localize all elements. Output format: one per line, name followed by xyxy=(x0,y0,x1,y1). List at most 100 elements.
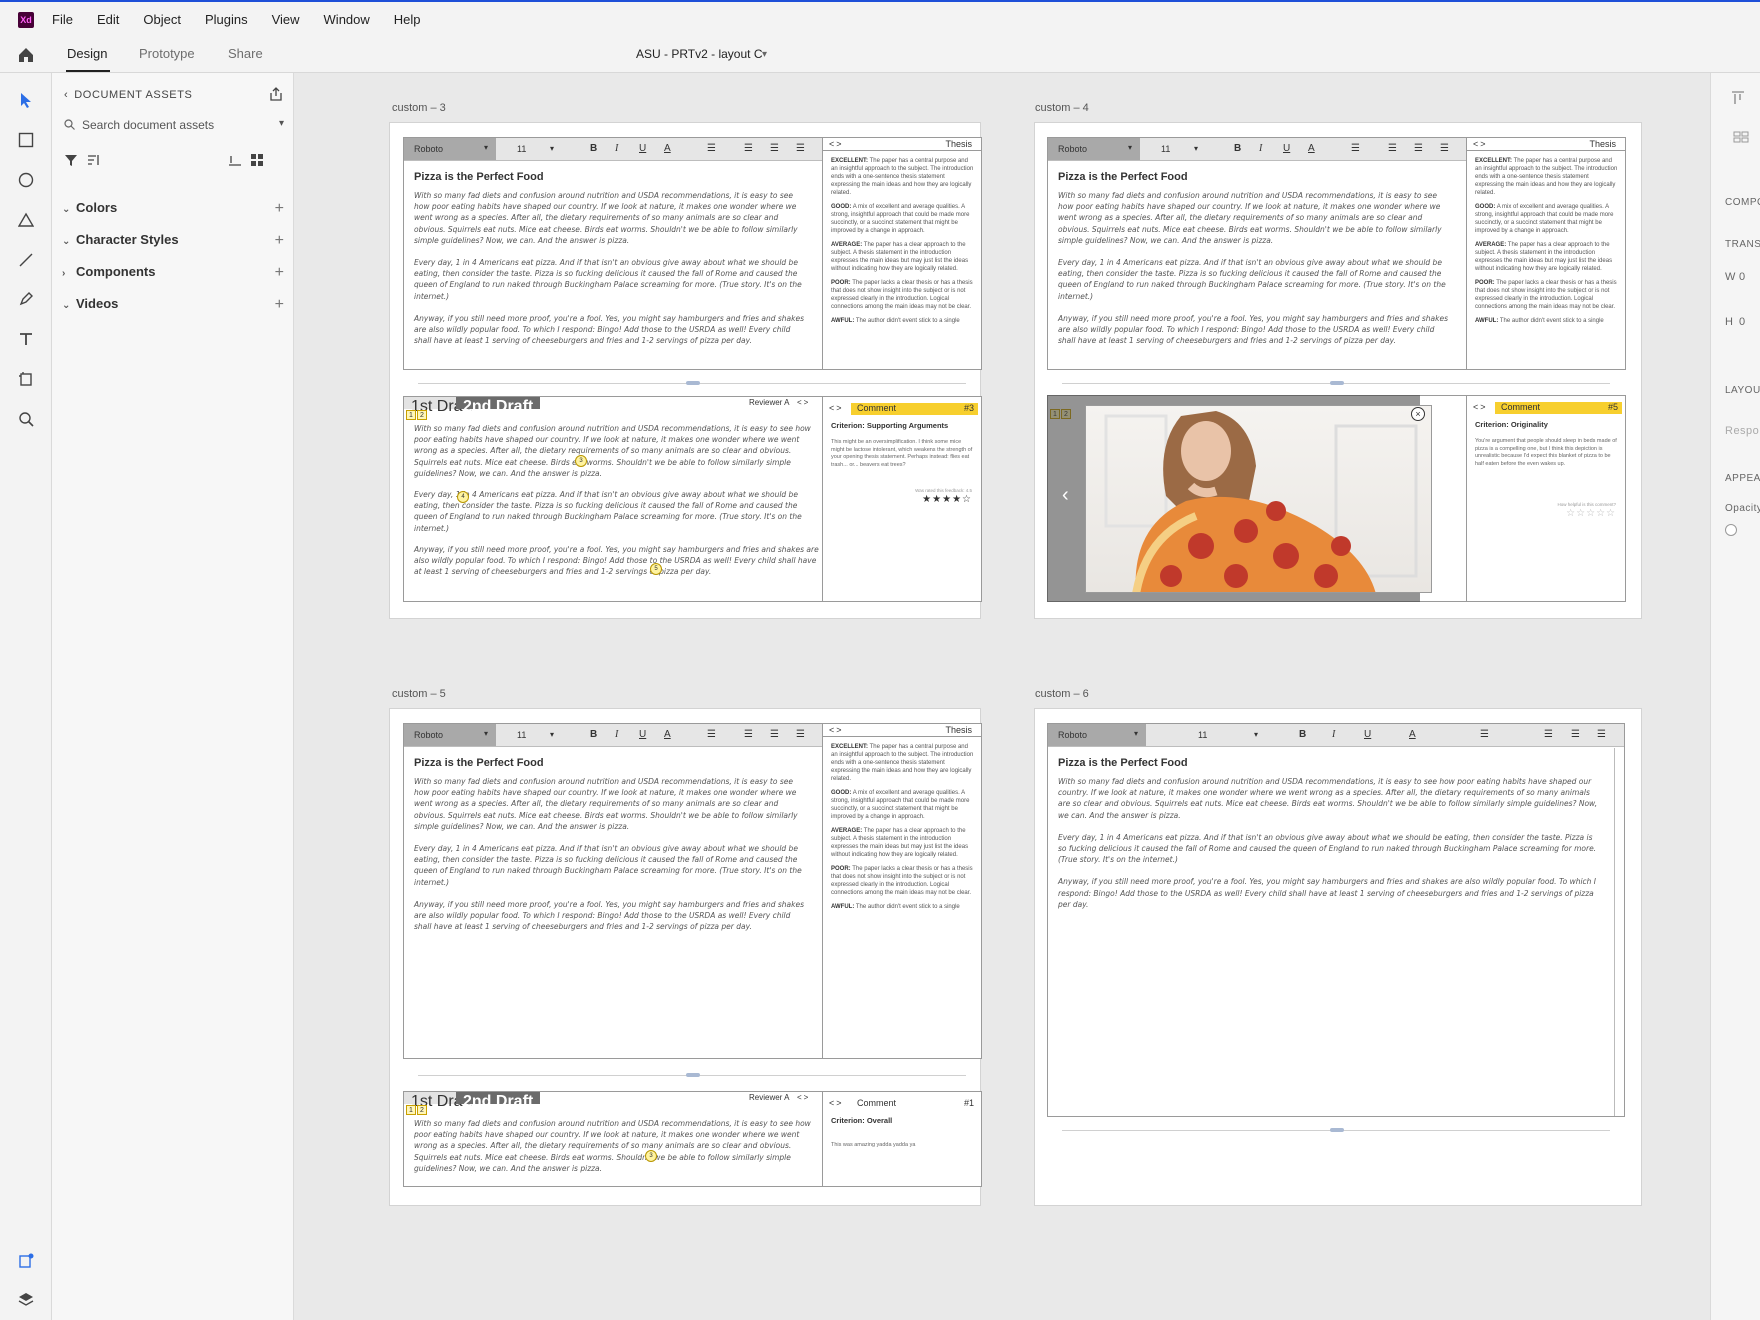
align-top-icon[interactable] xyxy=(1731,91,1745,105)
editor-content[interactable]: Pizza is the Perfect Food With so many f… xyxy=(404,162,820,357)
align-left-icon[interactable]: ☰ xyxy=(707,143,716,154)
badge[interactable]: 2 xyxy=(417,1105,427,1115)
add-icon[interactable]: + xyxy=(275,264,284,282)
menu-object[interactable]: Object xyxy=(143,12,181,27)
artboard-tool-icon[interactable] xyxy=(15,368,37,390)
share-icon[interactable] xyxy=(268,86,284,102)
rubric-nav[interactable]: <> xyxy=(829,725,844,735)
menu-view[interactable]: View xyxy=(272,12,300,27)
badge[interactable]: 1 xyxy=(406,410,416,420)
justify-icon[interactable]: ☰ xyxy=(1597,729,1606,740)
menu-plugins[interactable]: Plugins xyxy=(205,12,248,27)
comment-marker[interactable]: 5 xyxy=(650,563,662,575)
section-videos[interactable]: ⌄ Videos + xyxy=(62,296,284,318)
align-right-icon[interactable]: ☰ xyxy=(770,143,779,154)
align-right-icon[interactable]: ☰ xyxy=(1571,729,1580,740)
comment-marker[interactable]: 4 xyxy=(457,491,469,503)
justify-icon[interactable]: ☰ xyxy=(796,729,805,740)
list-view-icon[interactable] xyxy=(228,153,242,167)
menu-help[interactable]: Help xyxy=(394,12,421,27)
chevron-down-icon[interactable]: ▾ xyxy=(550,730,554,739)
italic-button[interactable]: I xyxy=(615,729,618,740)
search-assets[interactable]: Search document assets ▾ xyxy=(64,115,284,137)
menu-window[interactable]: Window xyxy=(324,12,370,27)
add-icon[interactable]: + xyxy=(275,232,284,250)
essay-editor[interactable]: Roboto 11 ▾ B I U A ☰ ☰ ☰ ☰ Pizza is the… xyxy=(1047,137,1626,370)
bold-button[interactable]: B xyxy=(590,143,597,154)
artboard-label[interactable]: custom – 3 xyxy=(392,102,446,114)
text-tool-icon[interactable] xyxy=(15,328,37,350)
align-center-icon[interactable]: ☰ xyxy=(744,729,753,740)
star-rating[interactable]: ★★★★☆ xyxy=(922,494,972,505)
rubric-nav[interactable]: <> xyxy=(1473,139,1488,149)
align-left-icon[interactable]: ☰ xyxy=(1351,143,1360,154)
line-tool-icon[interactable] xyxy=(15,249,37,271)
grid-icon[interactable] xyxy=(1733,131,1749,143)
justify-icon[interactable]: ☰ xyxy=(1440,143,1449,154)
section-components[interactable]: › Components + xyxy=(62,264,284,286)
image-lightbox[interactable] xyxy=(1085,405,1432,593)
chevron-left-icon[interactable]: ‹ xyxy=(64,89,68,101)
chevron-right-icon[interactable]: › xyxy=(1439,484,1446,507)
filter-icon[interactable] xyxy=(64,153,78,167)
align-center-icon[interactable]: ☰ xyxy=(1388,143,1397,154)
resize-handle[interactable] xyxy=(1330,1128,1344,1132)
italic-button[interactable]: I xyxy=(1332,729,1335,740)
tab-share[interactable]: Share xyxy=(228,46,263,61)
sort-icon[interactable] xyxy=(86,153,100,167)
opacity-slider-handle[interactable] xyxy=(1725,524,1737,536)
underline-button[interactable]: U xyxy=(639,729,646,740)
close-icon[interactable]: × xyxy=(1411,407,1425,421)
align-center-icon[interactable]: ☰ xyxy=(1544,729,1553,740)
document-title[interactable]: ASU - PRTv2 - layout C xyxy=(636,47,762,61)
tab-prototype[interactable]: Prototype xyxy=(139,46,195,61)
pen-tool-icon[interactable] xyxy=(15,288,37,310)
comment-nav[interactable]: <> xyxy=(1473,402,1488,412)
reviewer-nav[interactable]: <> xyxy=(797,1093,810,1102)
rectangle-tool-icon[interactable] xyxy=(15,129,37,151)
essay-editor[interactable]: Roboto 11 ▾ B I U A ☰ ☰ ☰ ☰ Pizza is the… xyxy=(403,723,982,1059)
chevron-left-icon[interactable]: ‹ xyxy=(1062,484,1069,507)
justify-icon[interactable]: ☰ xyxy=(796,143,805,154)
bold-button[interactable]: B xyxy=(590,729,597,740)
comment-marker[interactable]: 3 xyxy=(575,455,587,467)
align-left-icon[interactable]: ☰ xyxy=(1480,729,1489,740)
underline-button[interactable]: U xyxy=(1283,143,1290,154)
menu-edit[interactable]: Edit xyxy=(97,12,119,27)
ellipse-tool-icon[interactable] xyxy=(15,169,37,191)
chevron-down-icon[interactable]: ▾ xyxy=(762,49,767,60)
text-color-button[interactable]: A xyxy=(664,729,671,740)
star-rating[interactable]: ☆☆☆☆☆ xyxy=(1566,508,1616,519)
comment-nav[interactable]: <> xyxy=(829,403,844,413)
responsive-label[interactable]: Respo xyxy=(1725,425,1759,437)
chevron-down-icon[interactable]: ▾ xyxy=(1194,144,1198,153)
editor-content[interactable]: Pizza is the Perfect Food With so many f… xyxy=(1048,162,1464,357)
select-tool-icon[interactable] xyxy=(15,89,37,111)
chevron-down-icon[interactable]: ▾ xyxy=(279,118,284,129)
text-color-button[interactable]: A xyxy=(1308,143,1315,154)
font-size-select[interactable]: 11 xyxy=(517,730,526,740)
rubric-nav[interactable]: <> xyxy=(829,139,844,149)
font-size-select[interactable]: 11 xyxy=(1161,144,1170,154)
width-value[interactable]: 0 xyxy=(1739,271,1746,283)
underline-button[interactable]: U xyxy=(639,143,646,154)
review-panel[interactable]: 1st Draft 2nd Draft Reviewer A <> 12 Wit… xyxy=(403,1091,982,1187)
tab-2nd-draft[interactable]: 2nd Draft xyxy=(456,1092,541,1110)
add-icon[interactable]: + xyxy=(275,200,284,218)
add-icon[interactable]: + xyxy=(275,296,284,314)
badge[interactable]: 1 xyxy=(406,1105,416,1115)
bold-button[interactable]: B xyxy=(1234,143,1241,154)
menu-file[interactable]: File xyxy=(52,12,73,27)
underline-button[interactable]: U xyxy=(1364,729,1371,740)
editor-content[interactable]: Pizza is the Perfect Food With so many f… xyxy=(1048,748,1608,921)
grid-view-icon[interactable] xyxy=(250,153,264,167)
font-size-select[interactable]: 11 xyxy=(1198,730,1207,740)
text-color-button[interactable]: A xyxy=(1409,729,1416,740)
essay-editor[interactable]: Roboto 11 ▾ B I U A ☰ ☰ ☰ ☰ Pizza is the… xyxy=(403,137,982,370)
font-select[interactable]: Roboto xyxy=(1048,138,1140,160)
align-right-icon[interactable]: ☰ xyxy=(1414,143,1423,154)
text-color-button[interactable]: A xyxy=(664,143,671,154)
resize-handle[interactable] xyxy=(686,1073,700,1077)
artboard-label[interactable]: custom – 4 xyxy=(1035,102,1089,114)
home-icon[interactable] xyxy=(16,45,36,65)
